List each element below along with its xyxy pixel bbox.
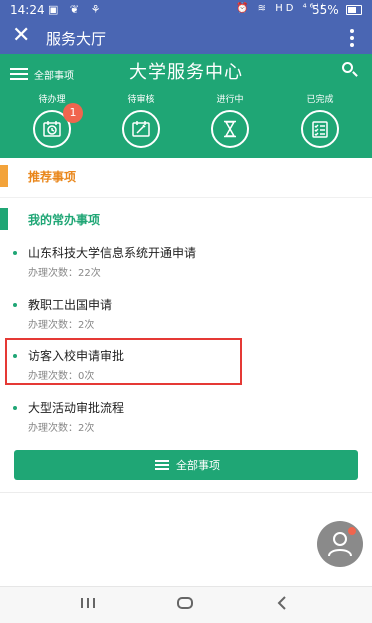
status-label: 待办理 — [38, 95, 66, 105]
status-in-progress[interactable]: 进行中 — [190, 92, 270, 148]
bullet-icon — [13, 303, 17, 307]
more-options-icon[interactable] — [342, 28, 362, 48]
pending-count-badge: 1 — [63, 103, 83, 123]
recommended-title: 推荐事项 — [28, 170, 77, 184]
recent-apps-icon[interactable] — [80, 595, 104, 615]
status-bar: 14:24 ▣ ❦ ⚘ ⏰ ≋ HD ⁴⁶ᴵᴵ 55% — [0, 0, 372, 20]
divider — [0, 197, 372, 198]
status-time: 14:24 — [10, 3, 45, 17]
list-item[interactable]: 山东科技大学信息系统开通申请 办理次数：22次 — [0, 242, 372, 288]
frequent-title: 我的常办事项 — [28, 213, 101, 227]
notification-icons: ▣ ❦ ⚘ — [48, 3, 105, 16]
floating-user-button[interactable] — [317, 521, 363, 567]
list-item[interactable]: 大型活动审批流程 办理次数：2次 — [0, 397, 372, 443]
status-label: 进行中 — [216, 95, 244, 105]
recommended-section-header[interactable]: 推荐事项 — [0, 165, 372, 187]
selection-highlight-box — [5, 338, 242, 385]
page-title: 服务大厅 — [46, 30, 107, 48]
status-completed[interactable]: 已完成 — [280, 92, 360, 148]
notification-dot — [348, 527, 356, 535]
status-under-review[interactable]: 待审核 — [101, 92, 181, 148]
clock-calendar-icon: 1 — [33, 103, 83, 148]
search-icon[interactable] — [342, 62, 358, 78]
hourglass-icon — [211, 110, 249, 148]
service-center-header: 全部事项 大学服务中心 待办理 1 待审核 进行中 已完成 — [0, 54, 372, 158]
item-name: 山东科技大学信息系统开通申请 — [28, 246, 197, 260]
divider — [0, 492, 372, 493]
list-item[interactable]: 教职工出国申请 办理次数：2次 — [0, 294, 372, 340]
bullet-icon — [13, 406, 17, 410]
checklist-icon — [301, 110, 339, 148]
all-items-button-label: 全部事项 — [176, 459, 220, 472]
user-icon — [328, 532, 352, 557]
battery-percentage: 55% — [312, 3, 339, 17]
system-navigation-bar — [0, 586, 372, 623]
item-count: 办理次数：2次 — [28, 320, 95, 331]
item-name: 教职工出国申请 — [28, 298, 113, 312]
item-name: 大型活动审批流程 — [28, 401, 125, 415]
close-icon[interactable]: ✕ — [12, 24, 30, 48]
item-count: 办理次数：22次 — [28, 268, 101, 279]
battery-icon — [346, 5, 362, 15]
all-items-button[interactable]: 全部事项 — [14, 450, 358, 480]
status-label: 已完成 — [306, 95, 334, 105]
back-icon[interactable] — [276, 595, 300, 615]
list-icon — [155, 460, 169, 470]
status-pending[interactable]: 待办理 1 — [12, 92, 92, 148]
service-center-title: 大学服务中心 — [129, 62, 243, 83]
title-bar: ✕ 服务大厅 — [0, 20, 372, 54]
edit-calendar-icon — [122, 110, 160, 148]
status-label: 待审核 — [127, 95, 155, 105]
frequent-section-header: 我的常办事项 — [0, 208, 372, 230]
bullet-icon — [13, 251, 17, 255]
home-icon[interactable] — [176, 595, 200, 615]
item-count: 办理次数：2次 — [28, 423, 95, 434]
